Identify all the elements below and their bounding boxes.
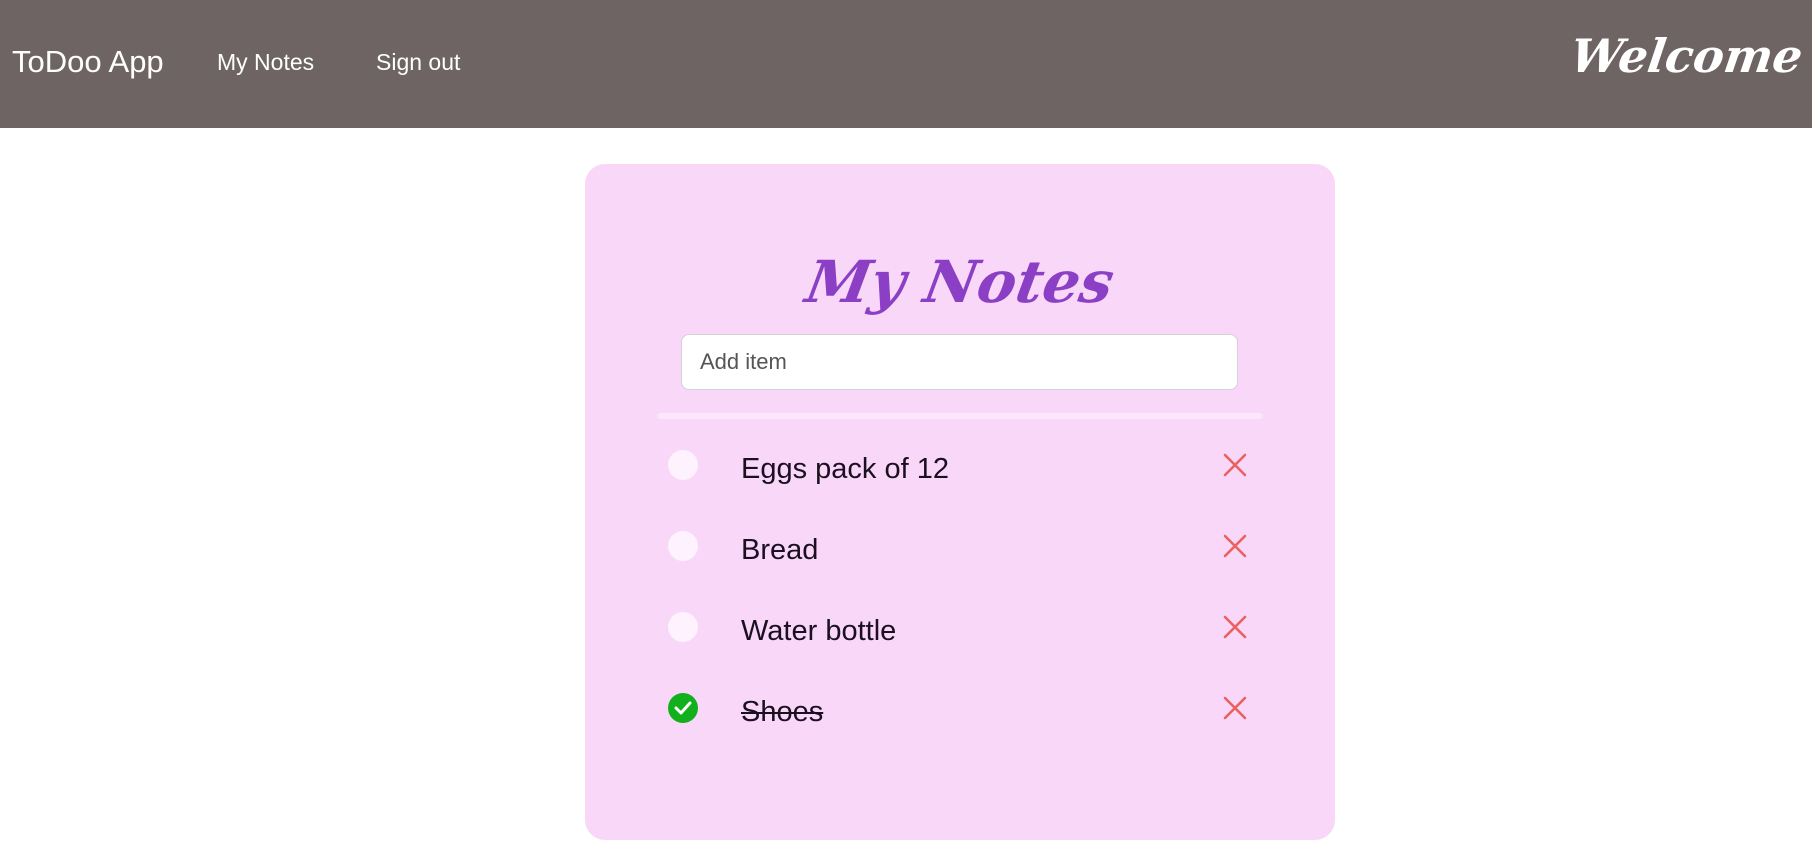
delete-item-button[interactable] <box>1222 452 1248 478</box>
brand-link[interactable]: ToDoo App <box>12 42 164 82</box>
navbar: ToDoo App My Notes Sign out Welcome <box>0 0 1812 128</box>
todo-item: Eggs pack of 12 <box>585 424 1335 505</box>
complete-toggle-checked[interactable] <box>668 693 698 723</box>
delete-item-button[interactable] <box>1222 533 1248 559</box>
complete-toggle[interactable] <box>668 450 698 480</box>
todo-item: Water bottle <box>585 586 1335 667</box>
complete-toggle[interactable] <box>668 531 698 561</box>
page-title: My Notes <box>800 248 1120 316</box>
divider <box>657 413 1263 419</box>
todo-item-text: Bread <box>741 534 819 566</box>
todo-item-text: Water bottle <box>741 615 897 647</box>
x-close-icon <box>1223 615 1247 639</box>
todo-item-text-completed: Shoes <box>741 696 824 728</box>
todo-item: Shoes <box>585 667 1335 748</box>
complete-toggle[interactable] <box>668 612 698 642</box>
todo-list: Eggs pack of 12 Bread Water bottle Shoes <box>585 424 1335 748</box>
nav-link-sign-out[interactable]: Sign out <box>376 46 460 78</box>
x-close-icon <box>1223 453 1247 477</box>
delete-item-button[interactable] <box>1222 614 1248 640</box>
x-close-icon <box>1223 696 1247 720</box>
nav-link-my-notes[interactable]: My Notes <box>217 46 314 78</box>
check-mark-icon <box>674 701 692 715</box>
notes-card: My Notes Eggs pack of 12 Bread Water bot <box>585 164 1335 840</box>
welcome-text: Welcome <box>1566 29 1806 83</box>
delete-item-button[interactable] <box>1222 695 1248 721</box>
add-item-input[interactable] <box>681 334 1238 390</box>
todo-item-text: Eggs pack of 12 <box>741 453 949 485</box>
todo-item: Bread <box>585 505 1335 586</box>
x-close-icon <box>1223 534 1247 558</box>
